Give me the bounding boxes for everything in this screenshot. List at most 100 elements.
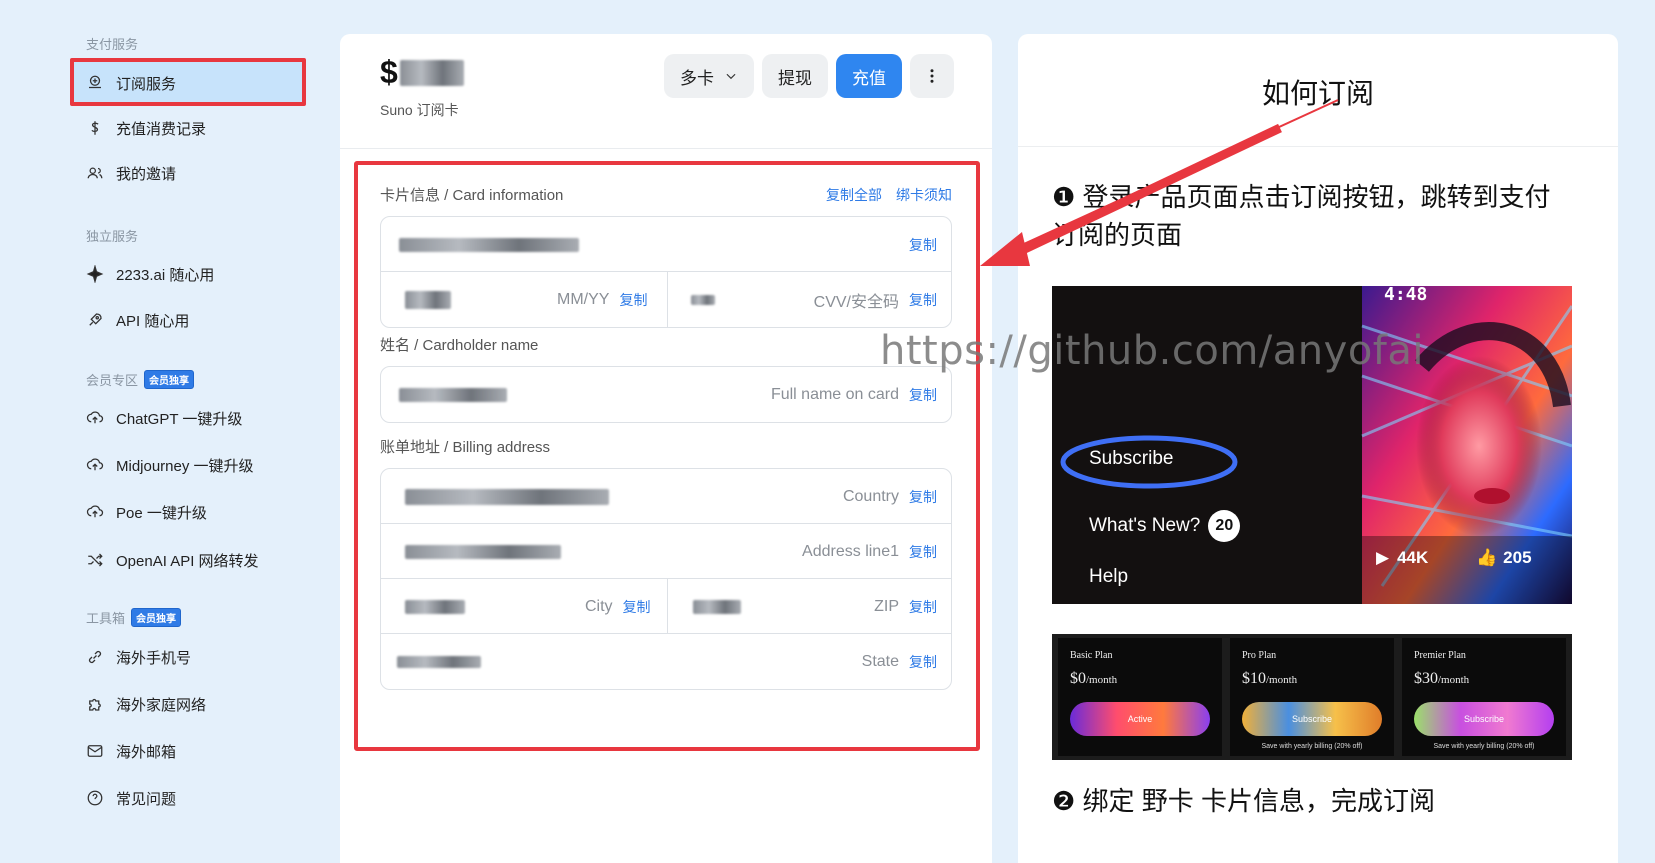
plan-button[interactable]: Subscribe bbox=[1242, 702, 1382, 736]
copy-all-link[interactable]: 复制全部 bbox=[826, 185, 882, 205]
subscription-icon bbox=[86, 74, 104, 92]
cardholder-row: Full name on card 复制 bbox=[381, 367, 951, 422]
withdraw-button[interactable]: 提现 bbox=[762, 54, 828, 98]
plan-button[interactable]: Subscribe bbox=[1414, 702, 1554, 736]
sidebar-item-label: OpenAI API 网络转发 bbox=[116, 552, 259, 570]
redacted-cvv bbox=[691, 294, 715, 305]
guide-title: 如何订阅 bbox=[1261, 78, 1374, 109]
like-count: 205 bbox=[1503, 548, 1532, 567]
redacted-expiry bbox=[405, 290, 451, 309]
puzzle-icon bbox=[86, 695, 104, 713]
card-header: $ Suno 订阅卡 多卡 提现 充值 bbox=[340, 34, 992, 149]
sidebar: 支付服务 订阅服务 充值消费记录 我的邀请 独立服务 2233.ai 随心用 A… bbox=[0, 0, 330, 863]
member-badge: 会员独享 bbox=[144, 370, 195, 389]
plan-name: Pro Plan bbox=[1242, 650, 1277, 661]
card-number-row: 复制 bbox=[381, 217, 951, 272]
sidebar-item-invitations[interactable]: 我的邀请 bbox=[86, 158, 176, 188]
withdraw-label: 提现 bbox=[778, 68, 812, 88]
address-row: Address line1 复制 bbox=[381, 524, 951, 579]
plan-card-premier: Premier Plan $30/month Subscribe Save wi… bbox=[1402, 638, 1566, 756]
shuffle-icon bbox=[86, 551, 104, 569]
help-menu-item[interactable]: Help bbox=[1089, 566, 1128, 588]
section-title-text: 工具箱 bbox=[86, 611, 126, 626]
balance: $ bbox=[380, 54, 464, 91]
state-row: State 复制 bbox=[381, 634, 951, 689]
card-subtitle: Suno 订阅卡 bbox=[380, 102, 459, 118]
sidebar-item-label: 常见问题 bbox=[116, 790, 177, 808]
field-divider bbox=[667, 272, 668, 327]
sidebar-item-chatgpt-upgrade[interactable]: ChatGPT 一键升级 bbox=[86, 403, 242, 433]
cardholder-label: 姓名 / Cardholder name bbox=[380, 337, 539, 354]
plan-price: $0/month bbox=[1070, 670, 1117, 688]
plan-price-value: $0 bbox=[1070, 670, 1086, 687]
copy-zip-button[interactable]: 复制 bbox=[909, 597, 937, 617]
plan-price: $10/month bbox=[1242, 670, 1297, 688]
section-title-members: 会员专区 会员独享 bbox=[86, 370, 195, 389]
sidebar-item-2233ai[interactable]: 2233.ai 随心用 bbox=[86, 259, 214, 289]
recharge-button[interactable]: 充值 bbox=[836, 54, 902, 98]
copy-card-number-button[interactable]: 复制 bbox=[909, 235, 937, 255]
sidebar-item-poe-upgrade[interactable]: Poe 一键升级 bbox=[86, 497, 207, 527]
upgrade-icon bbox=[86, 409, 104, 427]
copy-name-button[interactable]: 复制 bbox=[909, 385, 937, 405]
copy-address-button[interactable]: 复制 bbox=[909, 542, 937, 562]
card-info-box: 复制 MM/YY 复制 CVV/安全码 复制 bbox=[380, 216, 952, 328]
section-title-toolbox: 工具箱 会员独享 bbox=[86, 608, 182, 627]
chevron-down-icon bbox=[724, 69, 738, 83]
sidebar-item-api[interactable]: API 随心用 bbox=[86, 305, 189, 335]
sidebar-item-home-network[interactable]: 海外家庭网络 bbox=[86, 689, 206, 719]
sidebar-item-label: Midjourney 一键升级 bbox=[116, 457, 254, 475]
redacted-zip bbox=[693, 599, 741, 614]
plan-price: $30/month bbox=[1414, 670, 1469, 688]
zip-hint: ZIP bbox=[874, 597, 899, 615]
plan-price-period: /month bbox=[1266, 674, 1298, 686]
billing-box: Country 复制 Address line1 复制 City 复制 ZIP … bbox=[380, 468, 952, 690]
redacted-country bbox=[405, 488, 609, 505]
multi-card-dropdown[interactable]: 多卡 bbox=[664, 54, 754, 98]
plan-price-period: /month bbox=[1086, 674, 1118, 686]
multi-card-label: 多卡 bbox=[680, 68, 714, 88]
sidebar-item-midjourney-upgrade[interactable]: Midjourney 一键升级 bbox=[86, 450, 254, 480]
city-zip-row: City 复制 ZIP 复制 bbox=[381, 579, 951, 634]
binding-notice-link[interactable]: 绑卡须知 bbox=[896, 185, 952, 205]
copy-cvv-button[interactable]: 复制 bbox=[909, 290, 937, 310]
sidebar-item-recharge-records[interactable]: 充值消费记录 bbox=[86, 113, 206, 143]
copy-state-button[interactable]: 复制 bbox=[909, 652, 937, 672]
whats-new-count: 20 bbox=[1208, 510, 1241, 542]
guide-step-2: ❷ 绑定 野卡 卡片信息，完成订阅 bbox=[1052, 786, 1435, 816]
section-title-text: 支付服务 bbox=[86, 37, 139, 52]
sparkle-icon bbox=[86, 265, 104, 283]
sidebar-item-label: 海外邮箱 bbox=[116, 743, 177, 761]
copy-city-button[interactable]: 复制 bbox=[623, 597, 651, 617]
country-hint: Country bbox=[842, 487, 899, 505]
sidebar-item-faq[interactable]: 常见问题 bbox=[86, 783, 176, 813]
rocket-icon bbox=[86, 311, 104, 329]
whats-new-menu-item[interactable]: What's New? 20 bbox=[1089, 510, 1241, 542]
section-title-standalone: 独立服务 bbox=[86, 226, 138, 245]
sidebar-item-openai-forward[interactable]: OpenAI API 网络转发 bbox=[86, 545, 259, 575]
thumbs-up-icon: 👍 bbox=[1476, 548, 1498, 567]
header-actions: 多卡 提现 充值 bbox=[664, 54, 954, 98]
play-icon: ▶ bbox=[1376, 548, 1390, 567]
plan-note: Save with yearly billing (20% off) bbox=[1261, 743, 1363, 750]
more-menu-button[interactable] bbox=[910, 54, 954, 98]
redacted-card-number bbox=[399, 237, 579, 252]
subscribe-menu-item[interactable]: Subscribe bbox=[1089, 448, 1174, 470]
plan-note: Save with yearly billing (20% off) bbox=[1433, 743, 1535, 750]
whats-new-label: What's New? bbox=[1089, 515, 1201, 536]
play-count: 44K bbox=[1397, 548, 1429, 567]
copy-expiry-button[interactable]: 复制 bbox=[619, 290, 647, 310]
sidebar-item-label: 订阅服务 bbox=[116, 75, 177, 93]
redacted-name bbox=[399, 387, 507, 402]
fullname-hint: Full name on card bbox=[770, 385, 899, 403]
expiry-hint: MM/YY bbox=[557, 290, 610, 308]
copy-country-button[interactable]: 复制 bbox=[909, 487, 937, 507]
redacted-address bbox=[405, 544, 561, 559]
sidebar-item-phone-number[interactable]: 海外手机号 bbox=[86, 642, 191, 672]
dollar-icon bbox=[86, 119, 104, 137]
cardholder-box: Full name on card 复制 bbox=[380, 366, 952, 423]
plan-price-value: $10 bbox=[1242, 670, 1266, 687]
plan-button[interactable]: Active bbox=[1070, 702, 1210, 736]
sidebar-item-email[interactable]: 海外邮箱 bbox=[86, 736, 176, 766]
sidebar-item-subscription[interactable]: 订阅服务 bbox=[86, 68, 176, 98]
